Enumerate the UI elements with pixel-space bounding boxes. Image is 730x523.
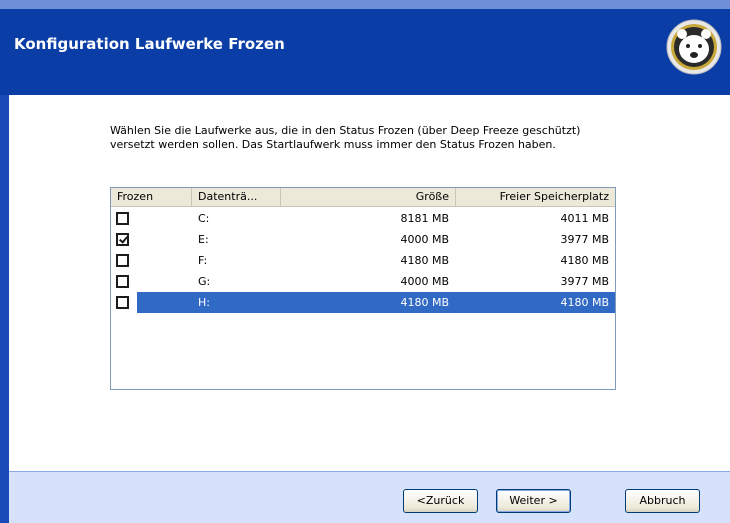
frozen-checkbox[interactable]	[116, 275, 129, 288]
column-header-size[interactable]: Größe	[281, 188, 456, 206]
column-header-drive[interactable]: Datenträ...	[192, 188, 281, 206]
table-row[interactable]: E: 4000 MB 3977 MB	[111, 229, 615, 250]
column-header-free-space[interactable]: Freier Speicherplatz	[456, 188, 615, 206]
drive-free-space: 4180 MB	[560, 296, 609, 309]
list-header: Frozen Datenträ... Größe Freier Speicher…	[111, 188, 615, 207]
frozen-checkbox[interactable]	[116, 254, 129, 267]
next-button[interactable]: Weiter >	[496, 489, 571, 513]
frozen-checkbox[interactable]	[116, 212, 129, 225]
drive-free-space: 4180 MB	[560, 254, 609, 267]
drive-letter: H:	[198, 296, 210, 309]
table-row[interactable]: C: 8181 MB 4011 MB	[111, 208, 615, 229]
drive-size: 4180 MB	[400, 296, 449, 309]
instruction-text: Wählen Sie die Laufwerke aus, die in den…	[110, 124, 581, 151]
window-title: Konfiguration Laufwerke Frozen	[14, 35, 285, 53]
frozen-checkbox[interactable]	[116, 233, 129, 246]
drive-letter: E:	[198, 233, 209, 246]
back-button[interactable]: <Zurück	[403, 489, 478, 513]
drive-letter: G:	[198, 275, 211, 288]
drive-free-space: 3977 MB	[560, 233, 609, 246]
drive-list[interactable]: Frozen Datenträ... Größe Freier Speicher…	[110, 187, 616, 390]
drive-size: 8181 MB	[400, 212, 449, 225]
wizard-footer: <Zurück Weiter > Abbruch	[9, 471, 730, 523]
cancel-button[interactable]: Abbruch	[625, 489, 700, 513]
wizard-header: Konfiguration Laufwerke Frozen	[0, 0, 730, 95]
drive-letter: F:	[198, 254, 208, 267]
column-header-frozen[interactable]: Frozen	[111, 188, 192, 206]
drive-free-space: 4011 MB	[560, 212, 609, 225]
window-frame-left	[0, 95, 9, 523]
drive-size: 4000 MB	[400, 233, 449, 246]
drive-size: 4180 MB	[400, 254, 449, 267]
drive-size: 4000 MB	[400, 275, 449, 288]
table-row-selected[interactable]: H: 4180 MB 4180 MB	[111, 292, 615, 313]
polar-bear-logo-icon	[666, 19, 722, 75]
drive-free-space: 3977 MB	[560, 275, 609, 288]
table-row[interactable]: F: 4180 MB 4180 MB	[111, 250, 615, 271]
drive-letter: C:	[198, 212, 210, 225]
frozen-checkbox[interactable]	[116, 296, 129, 309]
table-row[interactable]: G: 4000 MB 3977 MB	[111, 271, 615, 292]
